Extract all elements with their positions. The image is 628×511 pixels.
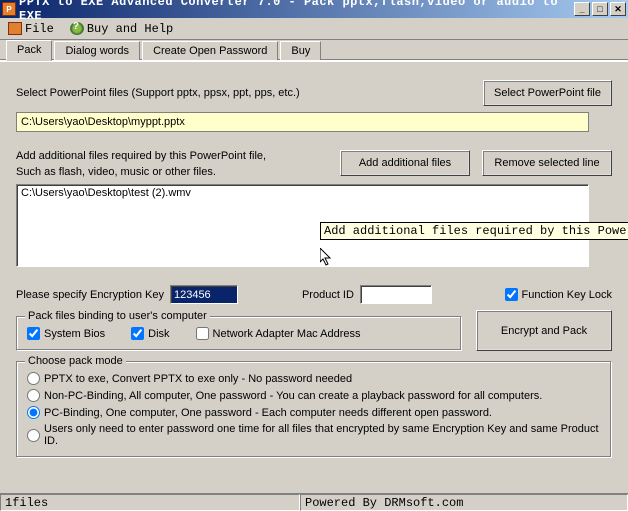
encryption-key-label: Please specify Encryption Key: [16, 289, 164, 301]
statusbar: 1files Powered By DRMsoft.com: [0, 493, 628, 511]
function-key-lock-checkbox[interactable]: Function Key Lock: [505, 288, 613, 301]
binding-fieldset: Pack files binding to user's computer Sy…: [16, 316, 462, 351]
menu-file-label: File: [25, 22, 54, 36]
ppt-path-display: C:\Users\yao\Desktop\myppt.pptx: [16, 112, 589, 132]
status-right: Powered By DRMsoft.com: [300, 494, 628, 511]
tab-pack[interactable]: Pack: [6, 40, 52, 61]
menu-file[interactable]: File: [4, 21, 58, 37]
pack-mode-legend: Choose pack mode: [25, 355, 126, 367]
select-ppt-label: Select PowerPoint files (Support pptx, p…: [16, 87, 300, 99]
select-powerpoint-button[interactable]: Select PowerPoint file: [483, 80, 612, 106]
additional-label-1: Add additional files required by this Po…: [16, 150, 266, 162]
maximize-button[interactable]: □: [592, 2, 608, 16]
binding-legend: Pack files binding to user's computer: [25, 310, 210, 322]
titlebar: P PPTX to EXE Advanced Converter 7.0 - P…: [0, 0, 628, 18]
mode-non-pc-binding[interactable]: Non-PC-Binding, All computer, One passwo…: [27, 389, 601, 402]
function-key-lock-input[interactable]: [505, 288, 518, 301]
tab-content: Select PowerPoint files (Support pptx, p…: [0, 62, 628, 464]
add-additional-files-button[interactable]: Add additional files: [340, 150, 470, 176]
tab-buy[interactable]: Buy: [280, 41, 321, 60]
file-icon: [8, 22, 22, 35]
close-button[interactable]: ✕: [610, 2, 626, 16]
menu-buyhelp-label: Buy and Help: [87, 22, 173, 36]
disk-checkbox[interactable]: Disk: [131, 327, 169, 340]
network-mac-checkbox[interactable]: Network Adapter Mac Address: [196, 327, 361, 340]
help-icon: [70, 22, 84, 35]
status-left: 1files: [0, 494, 300, 511]
tooltip: Add additional files required by this Po…: [320, 222, 628, 240]
tabstrip: Pack Dialog words Create Open Password B…: [0, 40, 628, 62]
list-item[interactable]: C:\Users\yao\Desktop\test (2).wmv: [21, 187, 584, 199]
encrypt-and-pack-button[interactable]: Encrypt and Pack: [476, 310, 612, 351]
tab-create-open-password[interactable]: Create Open Password: [142, 41, 278, 60]
mode-one-time-password[interactable]: Users only need to enter password one ti…: [27, 423, 601, 447]
additional-label-2: Such as flash, video, music or other fil…: [16, 166, 266, 178]
app-icon: P: [2, 2, 16, 16]
mode-pptx-to-exe[interactable]: PPTX to exe, Convert PPTX to exe only - …: [27, 372, 601, 385]
menu-buy-help[interactable]: Buy and Help: [66, 21, 177, 37]
remove-selected-line-button[interactable]: Remove selected line: [482, 150, 612, 176]
system-bios-checkbox[interactable]: System Bios: [27, 327, 105, 340]
mode-pc-binding[interactable]: PC-Binding, One computer, One password -…: [27, 406, 601, 419]
encryption-key-input[interactable]: [170, 285, 238, 304]
minimize-button[interactable]: _: [574, 2, 590, 16]
product-id-input[interactable]: [360, 285, 432, 304]
tab-dialog-words[interactable]: Dialog words: [54, 41, 140, 60]
product-id-label: Product ID: [302, 289, 354, 301]
pack-mode-fieldset: Choose pack mode PPTX to exe, Convert PP…: [16, 361, 612, 458]
